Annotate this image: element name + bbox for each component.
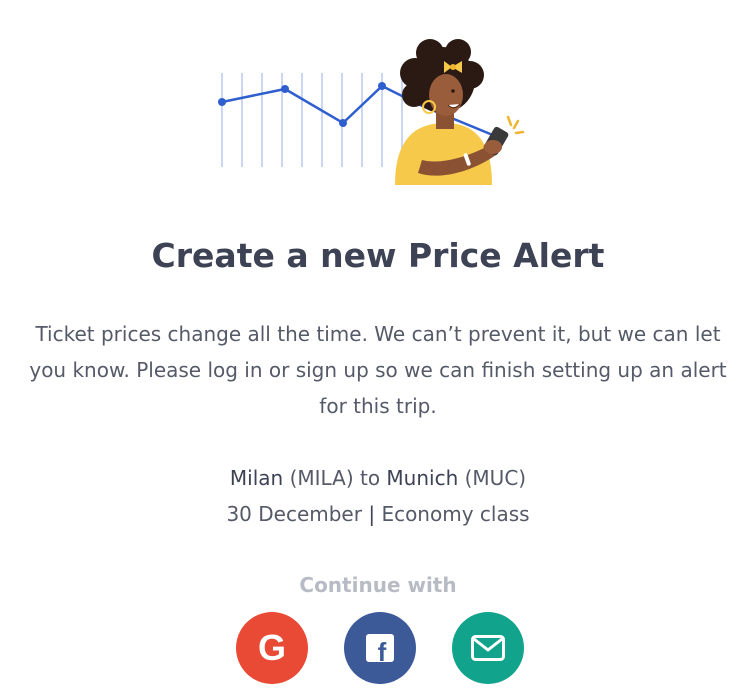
description-line: for this trip. <box>319 394 437 418</box>
page-title: Create a new Price Alert <box>151 236 605 275</box>
origin-city: Milan <box>229 466 284 490</box>
trip-route: Milan (MILA) to Munich (MUC) <box>0 460 756 496</box>
woman-with-phone-illustration <box>395 39 525 185</box>
google-icon: G <box>257 627 286 668</box>
trend-point <box>281 85 289 93</box>
chart-grid-lines <box>221 73 403 167</box>
trend-point <box>218 98 226 106</box>
facebook-icon: f <box>366 634 394 663</box>
continue-with-label: Continue with <box>299 573 457 597</box>
route-connector: to <box>359 466 381 490</box>
email-login-button[interactable] <box>452 612 524 684</box>
google-login-button[interactable]: G <box>236 612 308 684</box>
email-icon <box>471 635 505 661</box>
price-alert-illustration <box>218 39 525 185</box>
description-line: Ticket prices change all the time. We ca… <box>35 322 721 346</box>
facebook-login-button[interactable]: f <box>344 612 416 684</box>
facebook-glyph: f <box>378 637 387 663</box>
trip-date: 30 December <box>226 502 362 526</box>
trend-point <box>339 119 347 127</box>
trend-point <box>378 82 386 90</box>
origin-code: (MILA) <box>289 466 354 490</box>
trip-details: 30 December | Economy class <box>0 496 756 532</box>
cabin-class: Economy class <box>381 502 530 526</box>
destination-code: (MUC) <box>464 466 527 490</box>
destination-city: Munich <box>386 466 459 490</box>
alert-description: Ticket prices change all the time. We ca… <box>0 316 756 424</box>
description-line: you know. Please log in or sign up so we… <box>29 358 727 382</box>
trip-summary: Milan (MILA) to Munich (MUC) 30 December… <box>0 460 756 532</box>
trip-separator: | <box>368 502 376 526</box>
